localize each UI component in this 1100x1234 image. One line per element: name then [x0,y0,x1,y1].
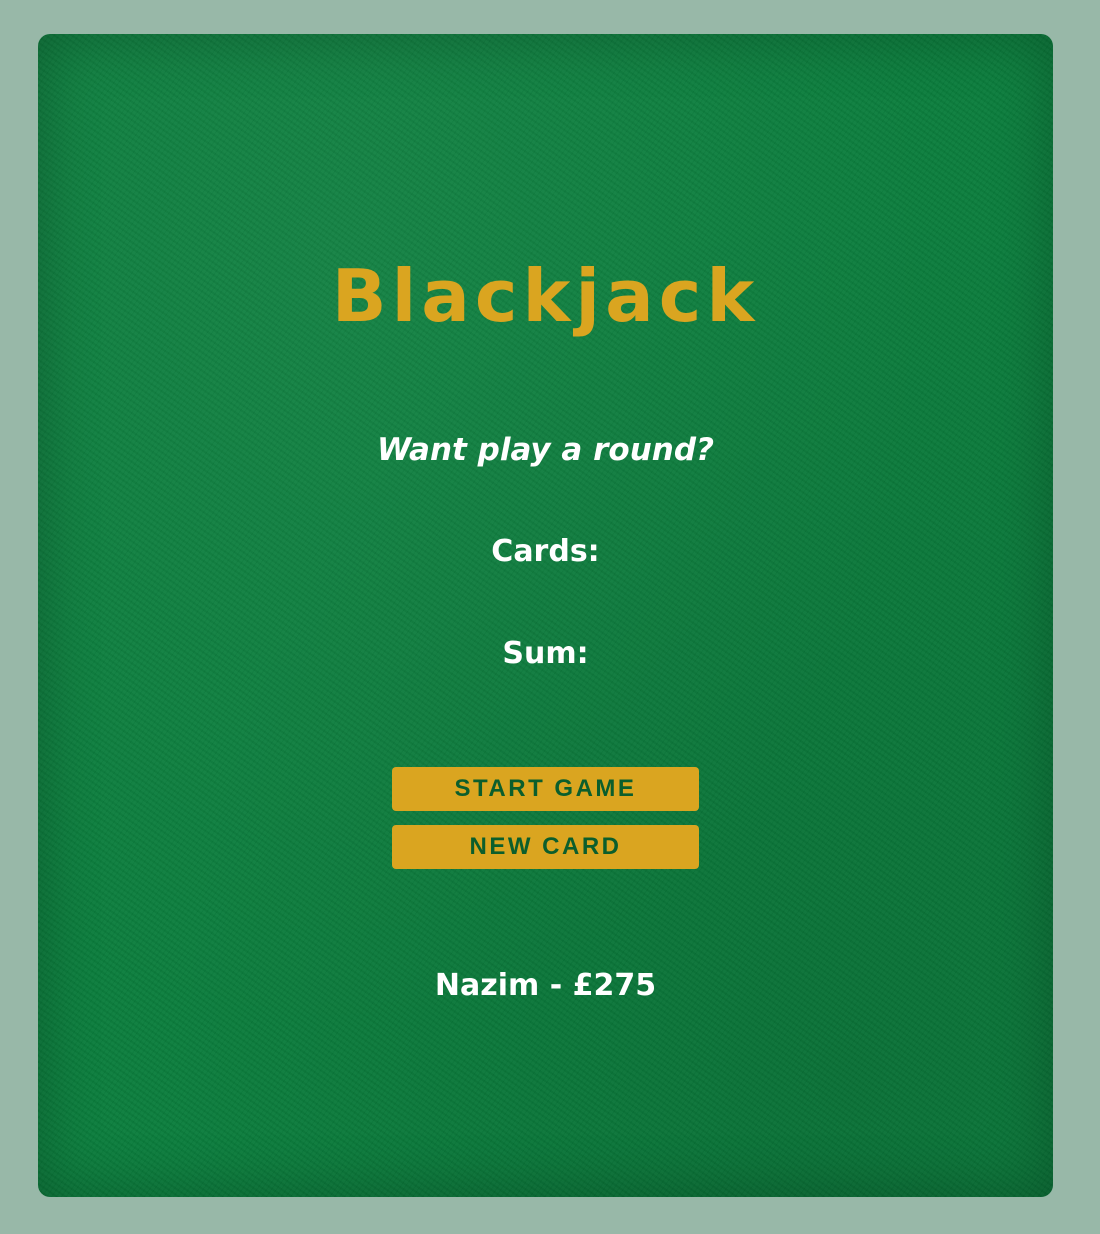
player-info: Nazim - £275 [434,968,657,1003]
sum-label: Sum: [502,636,589,671]
start-game-button[interactable]: START GAME [392,767,699,811]
new-card-button[interactable]: NEW CARD [392,825,699,869]
game-table: Blackjack Want play a round? Cards: Sum:… [38,34,1053,1197]
cards-label: Cards: [491,534,600,569]
message-text: Want play a round? [376,432,715,468]
game-title: Blackjack [331,254,760,338]
